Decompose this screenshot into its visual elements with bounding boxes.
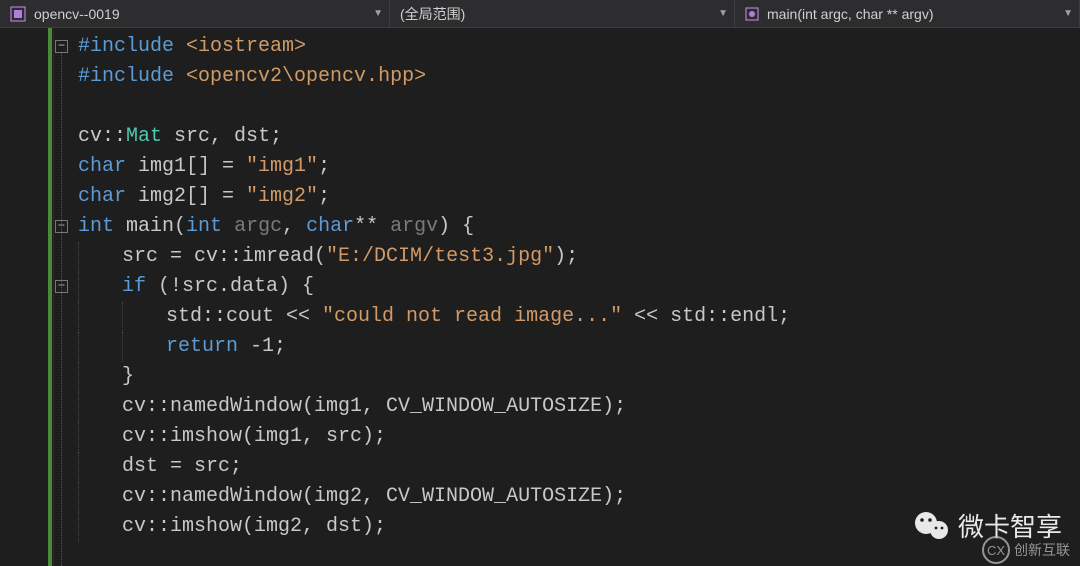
- chevron-down-icon: ▼: [1063, 8, 1073, 19]
- function-selector[interactable]: main(int argc, char ** argv) ▼: [735, 0, 1080, 27]
- top-navigation-bar: opencv--0019 ▼ (全局范围) ▼ main(int argc, c…: [0, 0, 1080, 28]
- chevron-down-icon: ▼: [373, 8, 383, 19]
- code-line[interactable]: dst = src;: [70, 452, 1080, 482]
- chevron-down-icon: ▼: [718, 8, 728, 19]
- code-line[interactable]: }: [70, 362, 1080, 392]
- code-line[interactable]: return -1;: [70, 332, 1080, 362]
- outline-column[interactable]: −−−: [54, 28, 70, 566]
- scope-selector[interactable]: (全局范围) ▼: [390, 0, 735, 27]
- gutter: [0, 28, 54, 566]
- code-line[interactable]: int main(int argc, char** argv) {: [70, 212, 1080, 242]
- code-line[interactable]: char img2[] = "img2";: [70, 182, 1080, 212]
- code-line[interactable]: cv::imshow(img1, src);: [70, 422, 1080, 452]
- code-line[interactable]: cv::namedWindow(img2, CV_WINDOW_AUTOSIZE…: [70, 482, 1080, 512]
- code-line[interactable]: cv::namedWindow(img1, CV_WINDOW_AUTOSIZE…: [70, 392, 1080, 422]
- code-line[interactable]: cv::Mat src, dst;: [70, 122, 1080, 152]
- editor-area: −−− #include <iostream>#include <opencv2…: [0, 28, 1080, 566]
- modified-indicator: [48, 28, 52, 566]
- outline-collapse-icon[interactable]: −: [55, 40, 68, 53]
- code-line[interactable]: [70, 92, 1080, 122]
- function-icon: [745, 7, 759, 21]
- code-line[interactable]: #include <iostream>: [70, 32, 1080, 62]
- project-name: opencv--0019: [34, 6, 367, 22]
- code-line[interactable]: if (!src.data) {: [70, 272, 1080, 302]
- project-selector[interactable]: opencv--0019 ▼: [0, 0, 390, 27]
- code-line[interactable]: std::cout << "could not read image..." <…: [70, 302, 1080, 332]
- code-line[interactable]: src = cv::imread("E:/DCIM/test3.jpg");: [70, 242, 1080, 272]
- code-line[interactable]: char img1[] = "img1";: [70, 152, 1080, 182]
- code-line[interactable]: #include <opencv2\opencv.hpp>: [70, 62, 1080, 92]
- code-pane[interactable]: #include <iostream>#include <opencv2\ope…: [70, 28, 1080, 566]
- code-line[interactable]: cv::imshow(img2, dst);: [70, 512, 1080, 542]
- project-icon: [10, 6, 26, 22]
- scope-label: (全局范围): [400, 4, 712, 24]
- function-signature: main(int argc, char ** argv): [767, 6, 1057, 22]
